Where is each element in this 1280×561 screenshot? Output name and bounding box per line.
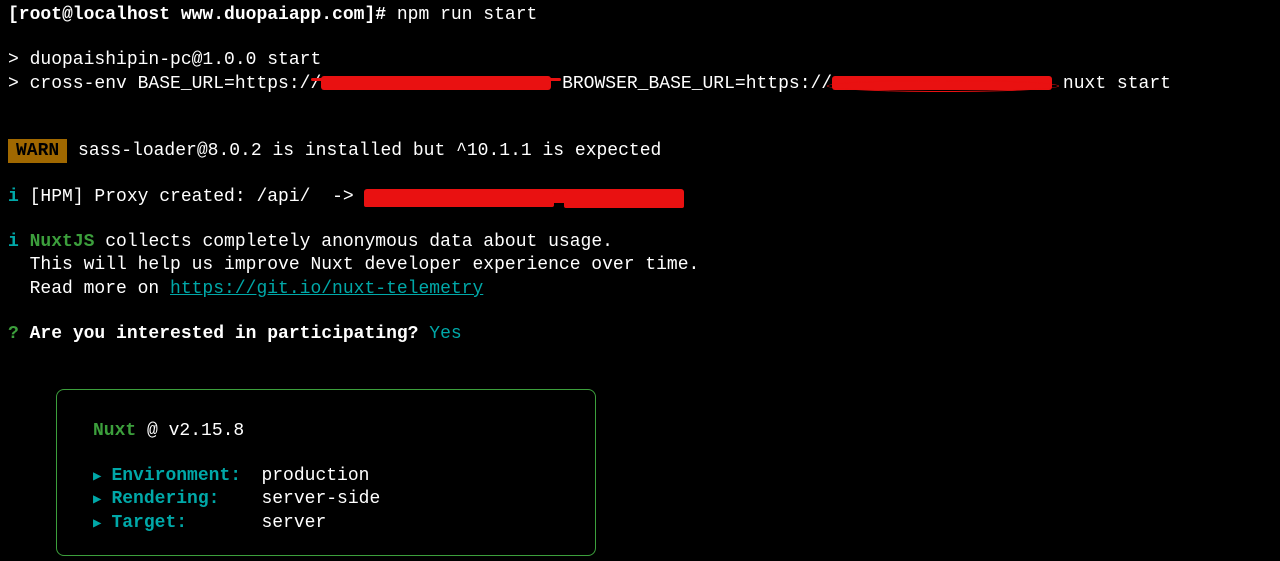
question-line: ? Are you interested in participating? Y… xyxy=(8,323,1272,346)
nuxt-version-line: Nuxt @ v2.15.8 xyxy=(93,420,559,443)
env-value: production xyxy=(261,465,369,488)
rendering-line: ▶ Rendering:server-side xyxy=(93,488,559,511)
redacted-url-1 xyxy=(321,76,551,90)
target-label: Target: xyxy=(111,512,261,535)
warn-text: sass-loader@8.0.2 is installed but ^10.1… xyxy=(67,141,661,161)
redacted-url-2 xyxy=(832,76,1052,90)
question-mark-icon: ? xyxy=(8,324,19,344)
terminal-output: [root@localhost www.duopaiapp.com]# npm … xyxy=(8,4,1272,556)
telemetry-line-3: Read more on https://git.io/nuxt-telemet… xyxy=(8,278,1272,301)
rendering-label: Rendering: xyxy=(111,488,261,511)
npm-script-line-2: > cross-env BASE_URL=https:// BROWSER_BA… xyxy=(8,73,1272,96)
telemetry-line-2: This will help us improve Nuxt developer… xyxy=(8,254,1272,277)
warn-line: WARN sass-loader@8.0.2 is installed but … xyxy=(8,140,1272,163)
telemetry-link[interactable]: https://git.io/nuxt-telemetry xyxy=(170,279,483,299)
nuxt-status-box: Nuxt @ v2.15.8 ▶ Environment:production ▶… xyxy=(56,389,596,557)
shell-prompt: [root@localhost www.duopaiapp.com]# xyxy=(8,5,397,25)
telemetry-line-1: i NuxtJS collects completely anonymous d… xyxy=(8,231,1272,254)
env-label: Environment: xyxy=(111,465,261,488)
proxy-line: i [HPM] Proxy created: /api/ -> xyxy=(8,186,1272,209)
prompt-line: [root@localhost www.duopaiapp.com]# npm … xyxy=(8,4,1272,27)
triangle-icon: ▶ xyxy=(93,515,101,533)
npm-script-line-1: > duopaishipin-pc@1.0.0 start xyxy=(8,49,1272,72)
target-line: ▶ Target:server xyxy=(93,512,559,535)
command-text: npm run start xyxy=(397,5,537,25)
redacted-url-3 xyxy=(364,189,684,203)
triangle-icon: ▶ xyxy=(93,468,101,486)
nuxt-title: Nuxt xyxy=(93,421,136,441)
triangle-icon: ▶ xyxy=(93,491,101,509)
info-icon: i xyxy=(8,187,19,207)
rendering-value: server-side xyxy=(261,488,380,511)
proxy-text: [HPM] Proxy created: /api/ -> xyxy=(19,187,365,207)
env-line: ▶ Environment:production xyxy=(93,465,559,488)
question-answer[interactable]: Yes xyxy=(429,324,461,344)
nuxt-label: NuxtJS xyxy=(30,232,95,252)
target-value: server xyxy=(261,512,326,535)
question-text: Are you interested in participating? xyxy=(19,324,429,344)
info-icon: i xyxy=(8,232,19,252)
warn-badge: WARN xyxy=(8,139,67,163)
